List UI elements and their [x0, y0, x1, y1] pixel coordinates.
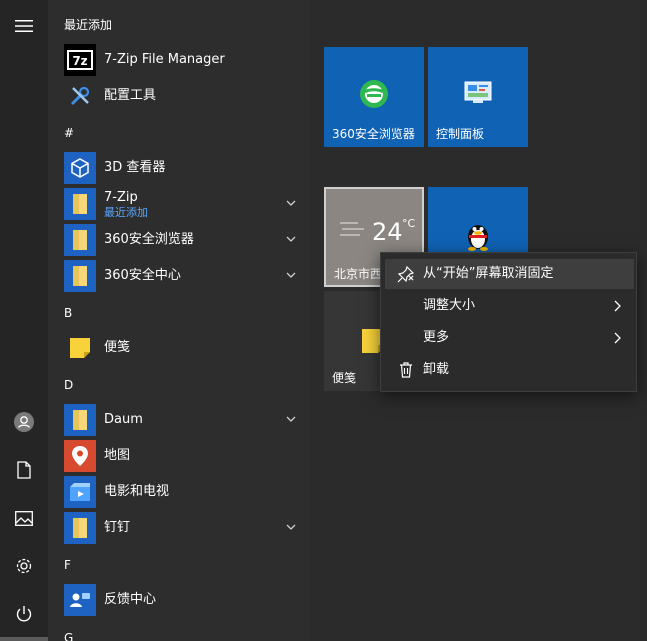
app-item-sticky-notes[interactable]: 便笺 [64, 330, 304, 366]
menu-item-label: 更多 [423, 330, 450, 345]
svg-text:7z: 7z [72, 54, 87, 68]
folder-icon [64, 224, 96, 256]
weather-location: 北京市西 [334, 267, 383, 281]
settings-button[interactable] [0, 542, 48, 590]
app-label: 电影和电视 [104, 484, 170, 499]
app-item-3d-viewer[interactable]: 3D 查看器 [64, 150, 304, 186]
app-item-config-tool[interactable]: 配置工具 [64, 78, 304, 114]
qq-penguin-icon [468, 225, 488, 251]
user-avatar-icon [14, 412, 34, 432]
app-item-maps[interactable]: 地图 [64, 438, 304, 474]
menu-item-unpin-from-start[interactable]: 从“开始”屏幕取消固定 [385, 259, 634, 289]
chevron-right-icon [614, 300, 621, 312]
section-hash[interactable]: # [64, 125, 74, 141]
app-label: Daum [104, 412, 143, 427]
user-account-button[interactable] [0, 398, 48, 446]
section-recently-added[interactable]: 最近添加 [64, 17, 112, 33]
settings-gear-icon [16, 558, 32, 574]
chevron-down-icon[interactable] [284, 232, 298, 246]
chevron-down-icon[interactable] [284, 412, 298, 426]
menu-item-label: 卸载 [423, 362, 450, 377]
tile-label: 控制面板 [436, 127, 485, 141]
app-label: 反馈中心 [104, 592, 157, 607]
hamburger-menu-button[interactable] [0, 2, 48, 50]
rail-scroll-indicator [0, 637, 48, 641]
section-f[interactable]: F [64, 557, 71, 573]
menu-item-more[interactable]: 更多 [385, 323, 634, 353]
app-label: 7-Zip [104, 189, 138, 205]
app-folder-dingtalk[interactable]: 钉钉 [64, 510, 304, 546]
app-folder-360-security[interactable]: 360安全中心 [64, 258, 304, 294]
menu-item-resize[interactable]: 调整大小 [385, 291, 634, 321]
app-folder-daum[interactable]: Daum [64, 402, 304, 438]
power-button[interactable] [0, 590, 48, 638]
app-label: 360安全浏览器 [104, 232, 194, 247]
folder-icon [64, 260, 96, 292]
app-list: 最近添加 7z 7-Zip File Manager 配置工具 # 3D 查看器… [48, 0, 310, 641]
weather-haze-icon [340, 222, 364, 236]
recently-added-badge: 最近添加 [104, 205, 148, 219]
weather-temperature: 24 [372, 218, 403, 246]
pictures-icon [15, 510, 33, 526]
start-rail [0, 0, 48, 641]
app-folder-360-browser[interactable]: 360安全浏览器 [64, 222, 304, 258]
folder-icon [64, 404, 96, 436]
chevron-down-icon[interactable] [284, 196, 298, 210]
tile-360-browser[interactable]: 360安全浏览器 [324, 47, 424, 147]
folder-icon [64, 512, 96, 544]
app-label: 7-Zip File Manager [104, 52, 225, 67]
documents-button[interactable] [0, 446, 48, 494]
app-item-movies-tv[interactable]: 电影和电视 [64, 474, 304, 510]
feedback-hub-icon [64, 584, 96, 616]
section-d[interactable]: D [64, 377, 73, 393]
app-folder-7zip[interactable]: 7-Zip 最近添加 [64, 186, 304, 222]
sticky-notes-icon [64, 332, 96, 364]
pictures-button[interactable] [0, 494, 48, 542]
trash-icon [400, 362, 412, 378]
menu-item-uninstall[interactable]: 卸载 [385, 355, 634, 385]
maps-icon [64, 440, 96, 472]
section-g[interactable]: G [64, 630, 73, 641]
tools-icon [64, 80, 96, 112]
3d-viewer-icon [64, 152, 96, 184]
menu-item-label: 从“开始”屏幕取消固定 [423, 266, 554, 281]
360-browser-icon [360, 80, 388, 108]
app-label: 便笺 [104, 340, 131, 355]
hamburger-menu-icon [15, 20, 33, 32]
tile-label: 360安全浏览器 [332, 127, 415, 141]
app-label: 地图 [104, 448, 131, 463]
app-item-7zip-file-manager[interactable]: 7z 7-Zip File Manager [64, 42, 304, 78]
unpin-icon [397, 265, 415, 283]
movies-tv-icon [64, 476, 96, 508]
power-icon [16, 606, 32, 622]
7zip-icon: 7z [64, 44, 96, 76]
app-label: 钉钉 [104, 520, 131, 535]
app-label: 3D 查看器 [104, 160, 166, 175]
chevron-down-icon[interactable] [284, 520, 298, 534]
section-b[interactable]: B [64, 305, 72, 321]
app-label: 配置工具 [104, 88, 157, 103]
weather-unit: °C [402, 217, 416, 230]
control-panel-icon [464, 81, 492, 103]
tile-context-menu: 从“开始”屏幕取消固定 调整大小 更多 卸载 [380, 252, 637, 392]
tile-control-panel[interactable]: 控制面板 [428, 47, 528, 147]
folder-icon [64, 188, 96, 220]
app-item-feedback-hub[interactable]: 反馈中心 [64, 582, 304, 618]
chevron-right-icon [614, 332, 621, 344]
documents-icon [17, 461, 31, 479]
menu-item-label: 调整大小 [423, 298, 476, 313]
app-label: 360安全中心 [104, 268, 181, 283]
tile-label: 便笺 [332, 371, 357, 385]
chevron-down-icon[interactable] [284, 268, 298, 282]
